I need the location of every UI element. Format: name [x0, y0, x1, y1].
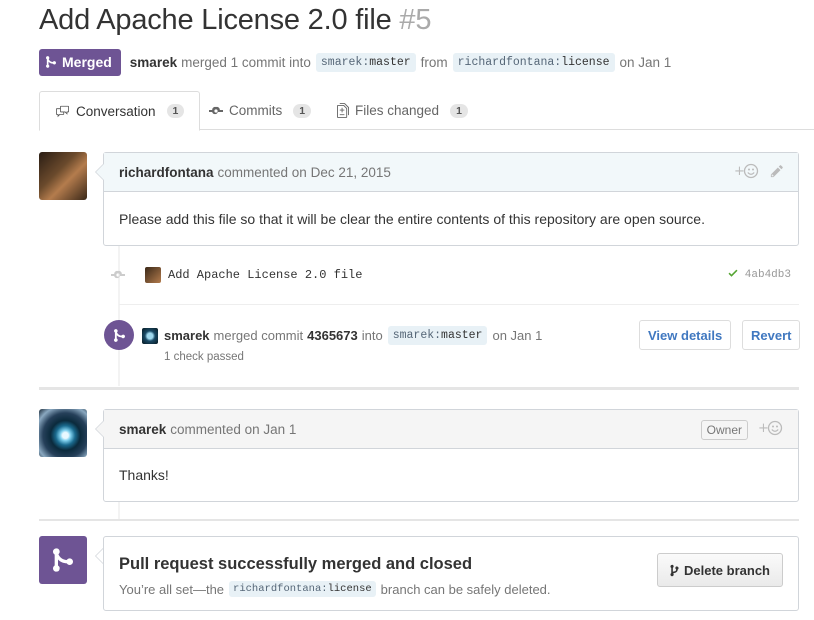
avatar-richardfontana[interactable]	[39, 152, 87, 200]
state-badge: Merged	[39, 48, 121, 76]
merge-target-ref[interactable]: smarek:master	[387, 326, 488, 345]
tab-counter: 1	[450, 103, 468, 118]
deletable-branch-ref[interactable]: richardfontana:license	[229, 581, 376, 597]
commit-row: Add Apache License 2.0 file 4ab4db3	[104, 258, 799, 292]
tab-counter: 1	[293, 103, 312, 118]
git-merge-icon	[113, 328, 125, 342]
merge-date: on Jan 1	[619, 54, 672, 70]
pr-author-link[interactable]: smarek	[130, 55, 177, 70]
commit-message-link[interactable]: Add Apache License 2.0 file	[168, 268, 362, 282]
svg-text:+: +	[758, 421, 769, 436]
comment-author-link[interactable]: richardfontana	[119, 165, 214, 180]
state-label: Merged	[62, 54, 112, 70]
comment-header: smarek commented on Jan 1 Owner +	[104, 410, 798, 449]
comment-caret-fill	[96, 164, 104, 180]
git-branch-icon	[670, 564, 679, 576]
merge-text: merged 1 commit into	[181, 54, 311, 70]
svg-text:+: +	[734, 164, 745, 179]
timeline-divider	[39, 387, 799, 390]
pr-title: Add Apache License 2.0 file	[39, 4, 392, 36]
commit-author-avatar[interactable]	[145, 267, 161, 283]
commit-sha-link[interactable]: 4ab4db3	[745, 269, 791, 281]
base-ref[interactable]: smarek:master	[315, 52, 416, 72]
comment-timestamp[interactable]: commented on Jan 1	[170, 422, 296, 437]
merge-commit-sha-link[interactable]: 4365673	[307, 328, 358, 343]
comment-smarek: smarek commented on Jan 1 Owner + Thanks…	[103, 409, 799, 502]
head-ref[interactable]: richardfontana:license	[452, 52, 615, 72]
merge-status-box: Pull request successfully merged and clo…	[103, 536, 799, 611]
avatar-smarek[interactable]	[39, 409, 87, 457]
git-commit-icon	[209, 106, 223, 114]
comment-body: Thanks!	[119, 467, 169, 483]
pr-meta: Merged smarek merged 1 commit into smare…	[39, 48, 671, 76]
git-merge-icon	[46, 56, 56, 68]
comment-richardfontana: richardfontana commented on Dec 21, 2015…	[103, 152, 799, 246]
tab-commits[interactable]: Commits 1	[194, 91, 326, 130]
revert-button[interactable]: Revert	[742, 320, 801, 350]
comment-timestamp[interactable]: commented on Dec 21, 2015	[218, 165, 391, 180]
merge-event-badge	[104, 320, 134, 350]
tab-counter: 1	[166, 104, 185, 118]
tab-files-changed[interactable]: Files changed 1	[322, 91, 483, 130]
comment-header: richardfontana commented on Dec 21, 2015…	[104, 153, 798, 192]
merged-status-icon	[39, 536, 87, 584]
comment-caret-fill	[96, 421, 104, 437]
check-icon[interactable]	[727, 267, 739, 283]
comment-discussion-icon	[56, 105, 69, 117]
timeline-divider	[39, 519, 799, 521]
event-divider	[119, 304, 799, 305]
edit-pencil-icon[interactable]	[770, 164, 784, 181]
pr-tabs: Conversation 1 Commits 1 Files changed 1	[39, 91, 814, 131]
comment-body: Please add this file so that it will be …	[119, 210, 705, 227]
add-reaction-icon[interactable]: +	[758, 420, 784, 439]
page-title: Add Apache License 2.0 file #5	[39, 4, 431, 37]
merge-author-link[interactable]: smarek	[164, 328, 210, 343]
merge-author-avatar[interactable]	[142, 327, 158, 344]
delete-branch-button[interactable]: Delete branch	[657, 553, 783, 587]
add-reaction-icon[interactable]: +	[734, 163, 760, 182]
git-commit-icon	[111, 268, 125, 283]
checks-status[interactable]: 1 check passed	[164, 351, 244, 363]
merge-status-message: You’re all set—the richardfontana:licens…	[119, 581, 551, 597]
diff-icon	[337, 103, 349, 118]
timeline-line	[118, 502, 120, 520]
tab-conversation[interactable]: Conversation 1	[39, 91, 201, 131]
from-text: from	[420, 54, 448, 70]
git-merge-icon	[53, 548, 73, 572]
pr-number: #5	[399, 4, 432, 36]
view-details-button[interactable]: View details	[639, 320, 732, 350]
merge-event: smarek merged commit 4365673 into smarek…	[104, 320, 801, 372]
merge-status-title: Pull request successfully merged and clo…	[119, 555, 473, 573]
comment-author-link[interactable]: smarek	[119, 422, 166, 437]
merge-event-date[interactable]: on Jan 1	[492, 328, 542, 343]
owner-badge: Owner	[700, 419, 748, 440]
